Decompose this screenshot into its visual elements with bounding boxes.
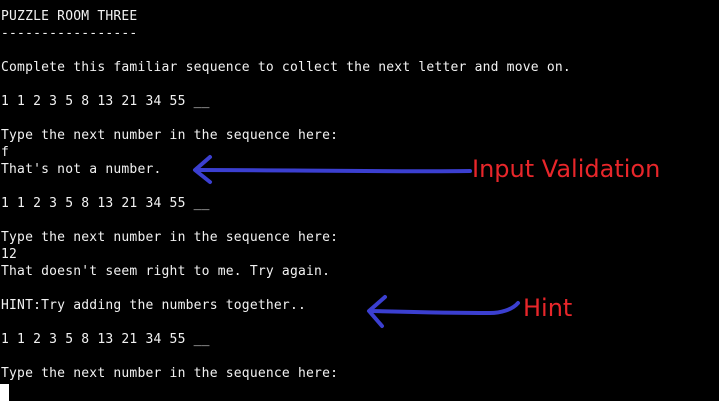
terminal-window[interactable]: PUZZLE ROOM THREE ----------------- Comp… (0, 0, 719, 401)
validation-message: That's not a number. (1, 162, 162, 177)
input-prompt: Type the next number in the sequence her… (1, 366, 339, 381)
sequence-line: 1 1 2 3 5 8 13 21 34 55 __ (1, 196, 210, 211)
input-validation-label: Input Validation (472, 155, 661, 183)
wrong-answer-message: That doesn't seem right to me. Try again… (1, 264, 331, 279)
user-input: f (1, 145, 10, 160)
sequence-line: 1 1 2 3 5 8 13 21 34 55 __ (1, 94, 210, 109)
room-title: PUZZLE ROOM THREE (1, 9, 138, 24)
text-cursor[interactable] (0, 384, 9, 401)
hint-message: HINT:Try adding the numbers together.. (1, 298, 307, 313)
instructions-text: Complete this familiar sequence to colle… (1, 60, 571, 75)
input-prompt: Type the next number in the sequence her… (1, 230, 339, 245)
hint-label: Hint (523, 294, 573, 322)
title-underline: ----------------- (1, 26, 138, 41)
input-prompt: Type the next number in the sequence her… (1, 128, 339, 143)
sequence-line: 1 1 2 3 5 8 13 21 34 55 __ (1, 332, 210, 347)
user-input: 12 (1, 247, 18, 262)
